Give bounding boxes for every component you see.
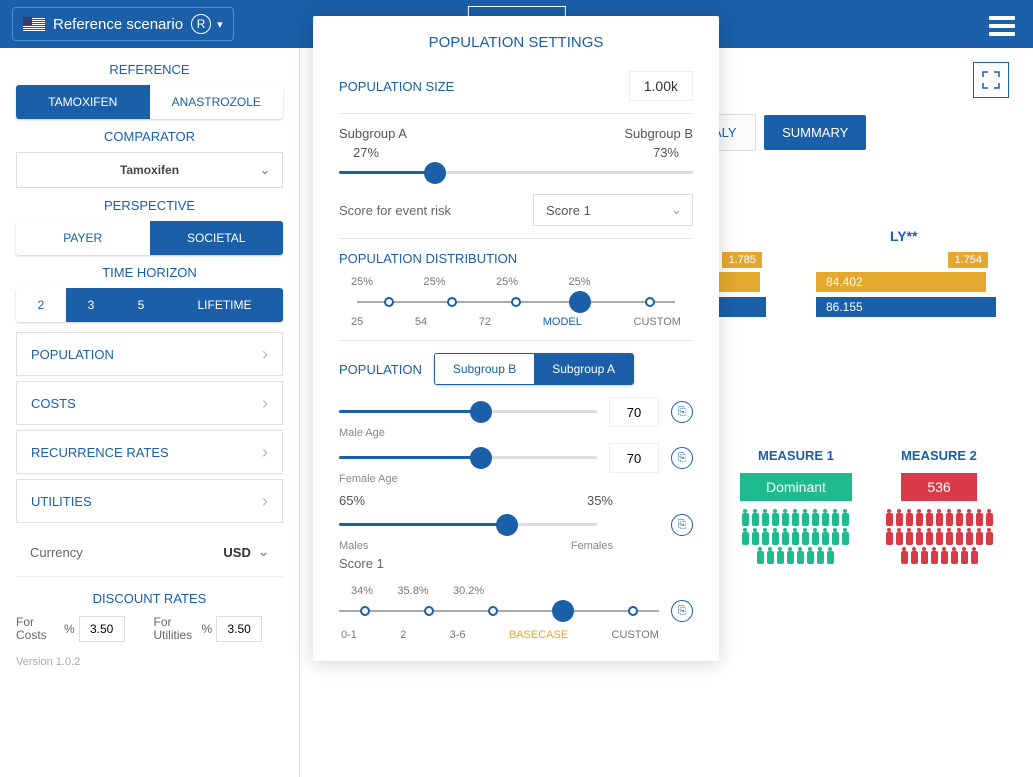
menu-icon[interactable]	[989, 12, 1015, 40]
ly-label: LY**	[890, 228, 918, 244]
male-age-label: Male Age	[339, 427, 693, 439]
discount-row: For Costs % For Utilities %	[16, 616, 283, 642]
time-5[interactable]: 5	[116, 288, 166, 322]
population-settings-panel: POPULATION SETTINGS POPULATION SIZE 1.00…	[313, 16, 719, 661]
subgroup-a-label: Subgroup A	[339, 126, 407, 141]
sidebar: REFERENCE TAMOXIFEN ANASTROZOLE COMPARAT…	[0, 48, 300, 777]
measure1-people-icon	[740, 509, 850, 565]
time-horizon-label: TIME HORIZON	[16, 265, 283, 280]
currency-row: Currency USD ⌄	[16, 528, 283, 577]
bar-ly-yellow: 84.4021.754	[816, 272, 986, 292]
accordion-costs[interactable]: COSTS›	[16, 381, 283, 425]
tab-subgroup-b[interactable]: Subgroup B	[435, 354, 534, 384]
copy-icon[interactable]: ⎘	[671, 401, 693, 423]
chevron-down-icon: ⌄	[258, 544, 269, 560]
distribution-label: POPULATION DISTRIBUTION	[339, 251, 693, 266]
flag-us-icon	[23, 17, 45, 31]
scenario-name: Reference scenario	[53, 16, 183, 33]
subgroup-b-label: Subgroup B	[624, 126, 693, 141]
time-3[interactable]: 3	[66, 288, 116, 322]
population-label: POPULATION	[339, 362, 422, 377]
score1-label: Score 1	[339, 556, 693, 571]
bar-ly-chip: 1.754	[948, 252, 988, 268]
currency-dropdown[interactable]: USD ⌄	[223, 544, 269, 560]
measure1-label: MEASURE 1	[740, 448, 852, 463]
reference-label: REFERENCE	[16, 62, 283, 77]
score-dropdown[interactable]: Score 1⌄	[533, 194, 693, 226]
expand-icon[interactable]	[973, 62, 1009, 98]
chevron-down-icon: ⌄	[260, 163, 270, 177]
subgroup-slider[interactable]	[339, 164, 693, 180]
comparator-label: COMPARATOR	[16, 129, 283, 144]
female-age-label: Female Age	[339, 473, 693, 485]
gender-slider[interactable]	[339, 516, 597, 532]
perspective-societal[interactable]: SOCIETAL	[150, 221, 284, 255]
perspective-label: PERSPECTIVE	[16, 198, 283, 213]
males-label: Males	[339, 540, 368, 552]
population-size-label: POPULATION SIZE	[339, 79, 454, 94]
tab-subgroup-a[interactable]: Subgroup A	[534, 354, 633, 384]
subgroup-b-pct: 73%	[653, 145, 679, 160]
female-age-input[interactable]	[609, 443, 659, 473]
score-label: Score for event risk	[339, 203, 451, 218]
chevron-down-icon: ⌄	[671, 202, 682, 218]
perspective-toggle: PAYER SOCIETAL	[16, 221, 283, 255]
tab-summary[interactable]: SUMMARY	[764, 115, 866, 150]
discount-util-input[interactable]	[216, 616, 262, 642]
male-age-input[interactable]	[609, 397, 659, 427]
females-label: Females	[571, 540, 613, 552]
bar-ly-blue: 86.155	[816, 297, 996, 317]
bar-left-chip: 1.785	[722, 252, 762, 268]
time-lifetime[interactable]: LIFETIME	[166, 288, 283, 322]
reference-toggle: TAMOXIFEN ANASTROZOLE	[16, 85, 283, 119]
discount-costs-label: For Costs	[16, 616, 60, 642]
panel-title: POPULATION SETTINGS	[339, 34, 693, 51]
measure2-label: MEASURE 2	[884, 448, 994, 463]
scenario-selector[interactable]: Reference scenario R ▾	[12, 7, 234, 41]
discount-util-label: For Utilities	[154, 616, 198, 642]
discount-costs-input[interactable]	[79, 616, 125, 642]
copy-icon[interactable]: ⎘	[671, 600, 693, 622]
chevron-right-icon: ›	[262, 491, 268, 512]
measure-1: MEASURE 1 Dominant	[740, 448, 852, 565]
measure1-value: Dominant	[740, 473, 852, 501]
measure2-people-icon	[884, 509, 994, 565]
female-age-slider[interactable]	[339, 449, 597, 465]
discount-label: DISCOUNT RATES	[16, 591, 283, 606]
chevron-down-icon: ▾	[217, 18, 223, 31]
chevron-right-icon: ›	[262, 344, 268, 365]
time-horizon-toggle: 2 3 5 LIFETIME	[16, 288, 283, 322]
version-text: Version 1.0.2	[16, 656, 283, 668]
chevron-right-icon: ›	[262, 442, 268, 463]
subgroup-tabs: Subgroup B Subgroup A	[434, 353, 634, 385]
copy-icon[interactable]: ⎘	[671, 514, 693, 536]
accordion-utilities[interactable]: UTILITIES›	[16, 479, 283, 523]
accordion-population[interactable]: POPULATION›	[16, 332, 283, 376]
comparator-value: Tamoxifen	[120, 163, 179, 177]
male-age-slider[interactable]	[339, 403, 597, 419]
males-pct: 65%	[339, 493, 365, 508]
perspective-payer[interactable]: PAYER	[16, 221, 150, 255]
time-2[interactable]: 2	[16, 288, 66, 322]
accordion-recurrence[interactable]: RECURRENCE RATES›	[16, 430, 283, 474]
distribution-slider[interactable]	[357, 294, 675, 310]
females-pct: 35%	[587, 493, 613, 508]
scenario-badge: R	[191, 14, 211, 34]
measure-2: MEASURE 2 536	[884, 448, 994, 565]
population-size-value[interactable]: 1.00k	[629, 71, 693, 101]
comparator-dropdown[interactable]: Tamoxifen ⌄	[16, 152, 283, 188]
reference-tamoxifen[interactable]: TAMOXIFEN	[16, 85, 150, 119]
score-slider[interactable]	[339, 603, 659, 619]
copy-icon[interactable]: ⎘	[671, 447, 693, 469]
chevron-right-icon: ›	[262, 393, 268, 414]
reference-anastrozole[interactable]: ANASTROZOLE	[150, 85, 284, 119]
measure2-value: 536	[901, 473, 976, 501]
currency-label: Currency	[30, 545, 83, 560]
subgroup-a-pct: 27%	[353, 145, 379, 160]
